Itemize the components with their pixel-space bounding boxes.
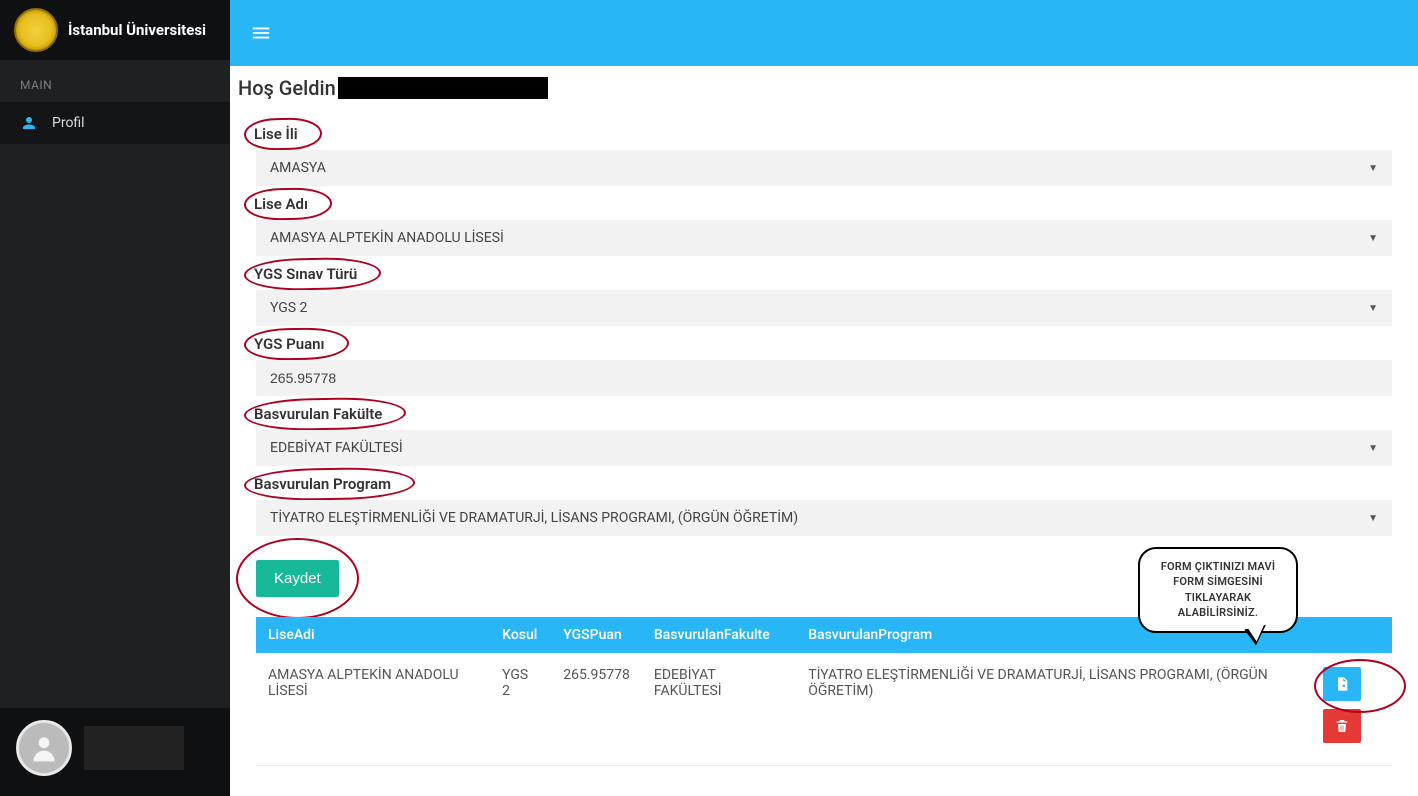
select-ygs-tur[interactable]: YGS 2 ▼ <box>256 290 1392 326</box>
menu-toggle-button[interactable] <box>250 22 272 44</box>
label-lise-adi: Lise Adı <box>250 192 324 216</box>
label-fakulte: Basvurulan Fakülte <box>250 402 398 426</box>
select-program[interactable]: TİYATRO ELEŞTİRMENLİĞİ VE DRAMATURJİ, Lİ… <box>256 500 1392 536</box>
save-button[interactable]: Kaydet <box>256 560 339 597</box>
chevron-down-icon: ▼ <box>1368 163 1378 174</box>
select-value: TİYATRO ELEŞTİRMENLİĞİ VE DRAMATURJİ, Lİ… <box>270 510 798 526</box>
label-program: Basvurulan Program <box>250 472 407 496</box>
cell-actions <box>1292 653 1392 766</box>
select-fakulte[interactable]: EDEBİYAT FAKÜLTESİ ▼ <box>256 430 1392 466</box>
save-button-wrap: Kaydet <box>256 560 339 597</box>
cell-kosul: YGS 2 <box>490 653 551 766</box>
col-ygs-puan: YGSPuan <box>551 617 642 653</box>
annotation-speech-bubble: FORM ÇIKTINIZI MAVİ FORM SİMGESİNİ TIKLA… <box>1138 547 1298 633</box>
avatar-placeholder-icon <box>28 732 60 764</box>
document-pdf-icon <box>1334 676 1350 692</box>
cell-program: TİYATRO ELEŞTİRMENLİĞİ VE DRAMATURJİ, Lİ… <box>796 653 1292 766</box>
chevron-down-icon: ▼ <box>1368 233 1378 244</box>
select-lise-adi[interactable]: AMASYA ALPTEKİN ANADOLU LİSESİ ▼ <box>256 220 1392 256</box>
topbar <box>230 0 1418 66</box>
user-info-redacted <box>84 726 184 770</box>
select-value: YGS 2 <box>270 300 307 316</box>
app-title: İstanbul Üniversitesi <box>68 21 206 40</box>
sidebar-item-label: Profil <box>52 115 85 131</box>
application-form: Lise İli AMASYA ▼ Lise Adı AMASYA ALPTEK… <box>238 122 1410 766</box>
applications-table-wrap: FORM ÇIKTINIZI MAVİ FORM SİMGESİNİ TIKLA… <box>256 617 1392 766</box>
trash-icon <box>1334 718 1350 734</box>
label-lise-ili: Lise İli <box>250 122 314 146</box>
welcome-heading: Hoş Geldin <box>238 76 1410 100</box>
table-row: AMASYA ALPTEKİN ANADOLU LİSESİ YGS 2 265… <box>256 653 1392 766</box>
cell-lise-adi: AMASYA ALPTEKİN ANADOLU LİSESİ <box>256 653 490 766</box>
select-value: AMASYA <box>270 160 326 176</box>
select-value: EDEBİYAT FAKÜLTESİ <box>270 440 403 456</box>
sidebar-section-label: MAIN <box>0 60 230 102</box>
hamburger-icon <box>250 22 272 44</box>
select-lise-ili[interactable]: AMASYA ▼ <box>256 150 1392 186</box>
sidebar-item-profil[interactable]: Profil <box>0 102 230 144</box>
university-logo <box>14 8 58 52</box>
delete-button[interactable] <box>1323 709 1361 743</box>
person-icon <box>20 114 38 132</box>
col-fakulte: BasvurulanFakulte <box>642 617 796 653</box>
welcome-name-redacted <box>338 77 548 99</box>
chevron-down-icon: ▼ <box>1368 303 1378 314</box>
applications-table: LiseAdi Kosul YGSPuan BasvurulanFakulte … <box>256 617 1392 766</box>
sidebar-footer <box>0 708 230 796</box>
select-value: AMASYA ALPTEKİN ANADOLU LİSESİ <box>270 230 504 246</box>
sidebar: İstanbul Üniversitesi MAIN Profil <box>0 0 230 796</box>
chevron-down-icon: ▼ <box>1368 443 1378 454</box>
cell-fakulte: EDEBİYAT FAKÜLTESİ <box>642 653 796 766</box>
chevron-down-icon: ▼ <box>1368 513 1378 524</box>
col-actions <box>1292 617 1392 653</box>
input-ygs-puan[interactable] <box>270 370 1378 386</box>
print-form-button[interactable] <box>1323 667 1361 701</box>
welcome-prefix: Hoş Geldin <box>238 76 336 100</box>
main: Hoş Geldin Lise İli AMASYA ▼ Lise Adı <box>230 0 1418 796</box>
col-kosul: Kosul <box>490 617 551 653</box>
input-ygs-puan-wrap <box>256 360 1392 396</box>
col-lise-adi: LiseAdi <box>256 617 490 653</box>
cell-ygs-puan: 265.95778 <box>551 653 642 766</box>
label-ygs-puan: YGS Puanı <box>250 332 341 356</box>
label-ygs-tur: YGS Sınav Türü <box>250 262 373 286</box>
avatar <box>16 720 72 776</box>
sidebar-header: İstanbul Üniversitesi <box>0 0 230 60</box>
